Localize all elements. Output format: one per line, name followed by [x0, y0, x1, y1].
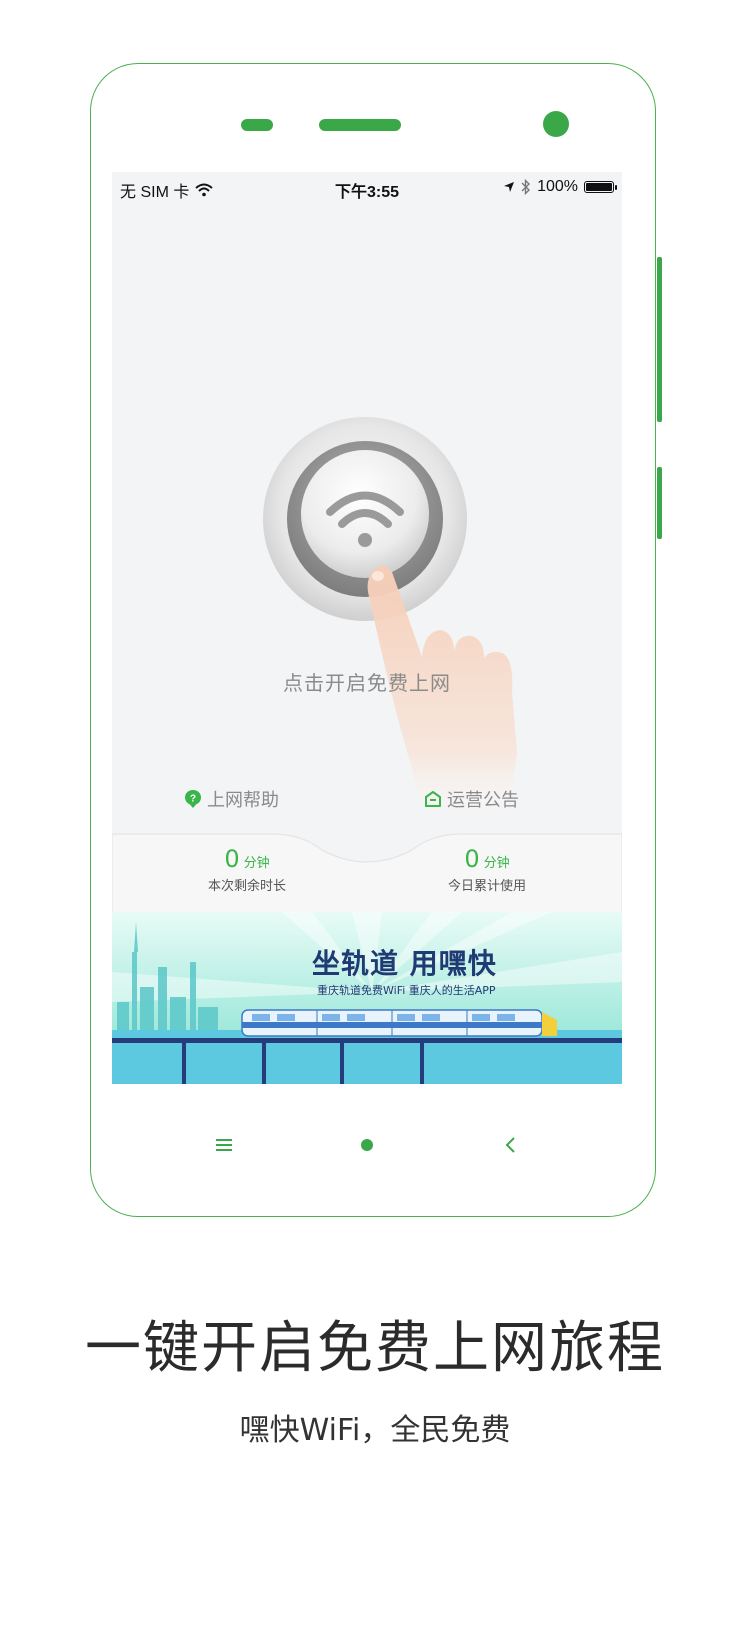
- remaining-time-unit: 分钟: [243, 856, 270, 871]
- earpiece-speaker: [319, 119, 401, 131]
- menu-button[interactable]: [204, 1125, 244, 1165]
- svg-text:?: ?: [190, 794, 196, 805]
- promo-banner[interactable]: 坐轨道 用嘿快 重庆轨道免费WiFi 重庆人的生活APP: [112, 912, 622, 1084]
- help-label: 上网帮助: [207, 790, 279, 811]
- menu-icon: [216, 1139, 232, 1151]
- battery-icon: [584, 181, 617, 193]
- notice-label: 运营公告: [447, 790, 519, 811]
- banner-artwork: [112, 912, 622, 1084]
- remaining-time-stat: 0 分钟 本次剩余时长: [167, 845, 327, 894]
- promo-headline: 一键开启免费上网旅程: [85, 1316, 665, 1381]
- sensor-pill: [241, 119, 273, 131]
- navigation-bar: [112, 1125, 622, 1165]
- banner-title: 坐轨道 用嘿快: [312, 947, 497, 980]
- home-button[interactable]: [347, 1125, 387, 1165]
- today-usage-value: 0: [464, 845, 480, 873]
- back-icon: [505, 1137, 515, 1153]
- help-link[interactable]: ? 上网帮助: [184, 786, 279, 812]
- remaining-time-value: 0: [224, 845, 240, 873]
- usage-stats: 0 分钟 本次剩余时长 0 分钟 今日累计使用: [112, 837, 622, 897]
- help-icon: ?: [185, 790, 201, 808]
- back-button[interactable]: [490, 1125, 530, 1165]
- volume-button: [657, 257, 662, 422]
- app-screen: 无 SIM 卡 下午3:55 100% 点击开启免费上网 ? 上网帮助 运营公告…: [112, 172, 622, 1084]
- power-button: [657, 467, 662, 539]
- status-bar: 无 SIM 卡 下午3:55 100%: [112, 172, 622, 202]
- today-usage-unit: 分钟: [483, 856, 510, 871]
- battery-percent: 100%: [537, 178, 578, 195]
- today-usage-label: 今日累计使用: [447, 879, 526, 894]
- banner-subtitle: 重庆轨道免费WiFi 重庆人的生活APP: [317, 984, 496, 997]
- notice-icon: [425, 791, 441, 807]
- location-arrow-icon: [504, 182, 515, 192]
- notice-link[interactable]: 运营公告: [424, 786, 519, 812]
- home-icon: [361, 1139, 373, 1151]
- promo-subline: 嘿快WiFi，全民免费: [239, 1413, 511, 1448]
- today-usage-stat: 0 分钟 今日累计使用: [407, 845, 567, 894]
- remaining-time-label: 本次剩余时长: [207, 879, 286, 894]
- bluetooth-icon: [521, 179, 531, 195]
- front-camera: [543, 111, 569, 137]
- connect-prompt-text: 点击开启免费上网: [283, 671, 451, 695]
- quick-links: ? 上网帮助 运营公告: [112, 786, 622, 816]
